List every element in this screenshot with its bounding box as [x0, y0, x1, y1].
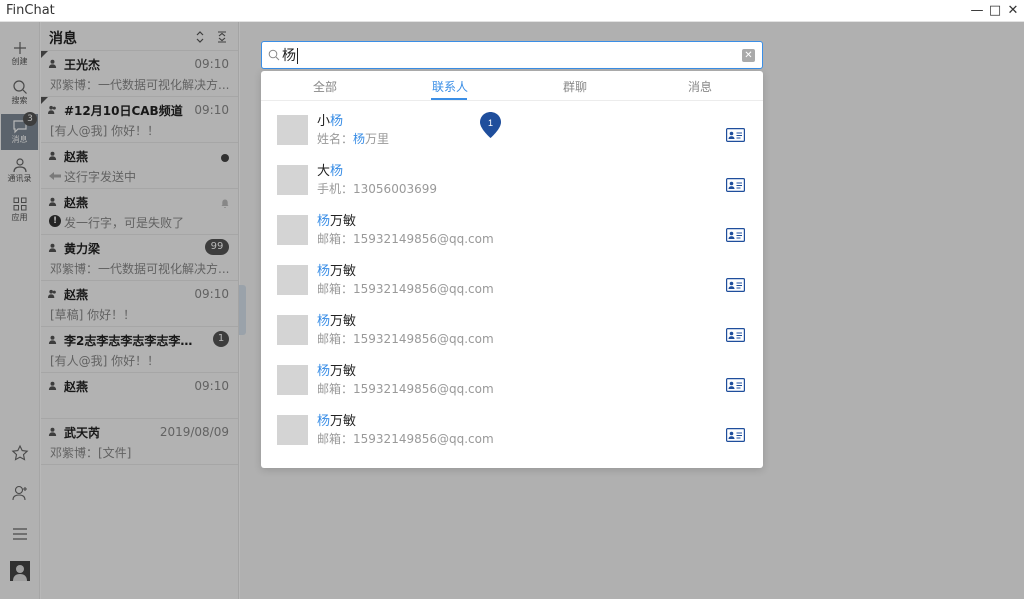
app-title: FinChat: [6, 3, 55, 18]
contact-card-icon[interactable]: [726, 178, 745, 192]
sidebar-collapse-handle[interactable]: [239, 285, 246, 335]
pin-label: 1: [488, 118, 493, 128]
contact-name: 大杨: [317, 164, 344, 179]
active-tab-indicator: [431, 98, 467, 100]
result-tabs: 全部 联系人 群聊 消息: [261, 71, 763, 101]
search-input[interactable]: [282, 44, 732, 66]
contact-detail: 邮箱：15932149856@qq.com: [317, 232, 494, 246]
contact-name: 小杨: [317, 114, 344, 129]
contact-name: 杨万敏: [317, 264, 357, 279]
contact-name: 杨万敏: [317, 364, 357, 379]
contact-card-icon[interactable]: [726, 278, 745, 292]
search-icon: [268, 49, 280, 61]
contact-result-item[interactable]: 小杨 姓名：杨万里: [261, 107, 763, 157]
title-bar: FinChat — □ ✕: [0, 0, 1024, 22]
minimize-button[interactable]: —: [969, 3, 985, 19]
tab-contacts[interactable]: 联系人: [410, 78, 490, 95]
contact-result-item[interactable]: 杨万敏 邮箱：15932149856@qq.com: [261, 257, 763, 307]
contact-detail: 邮箱：15932149856@qq.com: [317, 332, 494, 346]
contact-avatar: [277, 115, 308, 145]
contact-detail: 手机：13056003699: [317, 182, 437, 196]
map-pin-marker: 1: [480, 112, 501, 138]
tab-all[interactable]: 全部: [285, 78, 365, 95]
contact-result-item[interactable]: 大杨 手机：13056003699: [261, 157, 763, 207]
clear-search-icon[interactable]: ✕: [742, 49, 755, 62]
contact-name: 杨万敏: [317, 414, 357, 429]
contact-card-icon[interactable]: [726, 228, 745, 242]
contact-card-icon[interactable]: [726, 378, 745, 392]
contact-detail: 邮箱：15932149856@qq.com: [317, 432, 494, 446]
contact-result-item[interactable]: 杨万敏 邮箱：15932149856@qq.com: [261, 207, 763, 257]
search-results-panel: 全部 联系人 群聊 消息 小杨 姓名：杨万里 大杨 手机：13056003699…: [261, 71, 763, 468]
contact-detail: 邮箱：15932149856@qq.com: [317, 282, 494, 296]
contact-avatar: [277, 215, 308, 245]
text-caret: [297, 48, 298, 64]
contact-card-icon[interactable]: [726, 428, 745, 442]
contact-card-icon[interactable]: [726, 328, 745, 342]
contact-avatar: [277, 365, 308, 395]
search-box: ✕: [261, 41, 763, 69]
maximize-button[interactable]: □: [987, 3, 1003, 19]
tab-groups[interactable]: 群聊: [535, 78, 615, 95]
contact-name: 杨万敏: [317, 314, 357, 329]
contact-avatar: [277, 415, 308, 445]
close-button[interactable]: ✕: [1005, 3, 1021, 19]
tab-messages[interactable]: 消息: [660, 78, 740, 95]
contact-result-item[interactable]: 杨万敏 邮箱：15932149856@qq.com: [261, 357, 763, 407]
contact-avatar: [277, 265, 308, 295]
contact-result-item[interactable]: 杨万敏 邮箱：15932149856@qq.com: [261, 307, 763, 357]
contact-result-item[interactable]: 杨万敏 邮箱：15932149856@qq.com: [261, 407, 763, 457]
contact-avatar: [277, 315, 308, 345]
contact-name: 杨万敏: [317, 214, 357, 229]
contact-detail: 邮箱：15932149856@qq.com: [317, 382, 494, 396]
contact-detail: 姓名：杨万里: [317, 132, 390, 146]
contact-card-icon[interactable]: [726, 128, 745, 142]
contact-avatar: [277, 165, 308, 195]
